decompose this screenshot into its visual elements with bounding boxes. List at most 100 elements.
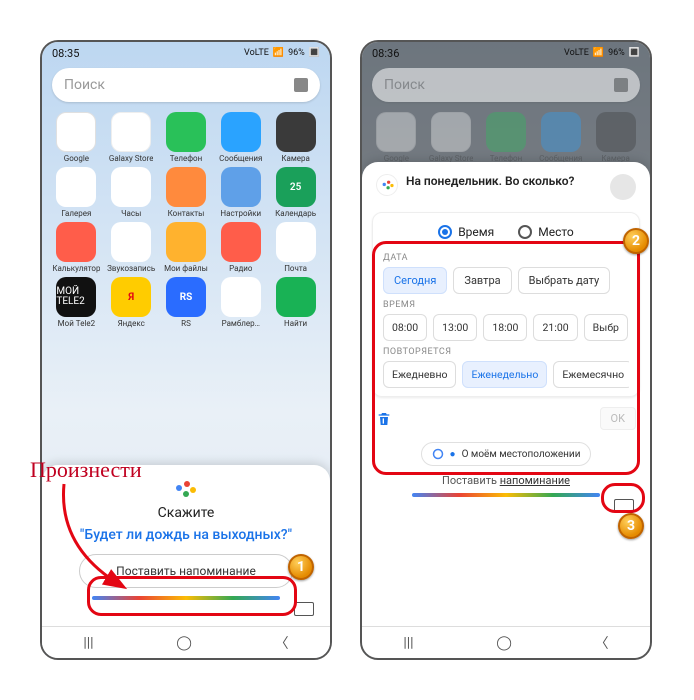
app-Календарь[interactable]: 25Календарь: [269, 167, 322, 218]
chip-Еженедельно[interactable]: Еженедельно: [462, 361, 547, 388]
app-Сообщения[interactable]: Сообщения: [534, 112, 587, 163]
time-section-label: ВРЕМЯ: [383, 300, 629, 310]
repeat-section-label: ПОВТОРЯЕТСЯ: [383, 347, 629, 357]
mic-icon[interactable]: [294, 78, 308, 92]
chip-Ежедневно[interactable]: Ежедневно: [383, 361, 456, 388]
app-Радио[interactable]: Радио: [214, 222, 267, 273]
keyboard-icon[interactable]: [294, 602, 314, 616]
ok-button[interactable]: OK: [600, 407, 636, 430]
app-Google[interactable]: Google: [370, 112, 423, 163]
app-RS[interactable]: RSRS: [160, 277, 213, 328]
date-chips: СегодняЗавтра Выбрать дату: [383, 267, 629, 294]
mic-icon[interactable]: [614, 78, 628, 92]
suggestion-row: ● О моём местоположении: [372, 442, 640, 466]
status-bar: 08:36 VoLTE📶96%🔳: [362, 42, 650, 64]
nav-bar: ||| ◯ 〈: [362, 626, 650, 658]
app-icon: RS: [166, 277, 206, 317]
reminder-panel: На понедельник. Во сколько? Время Место …: [362, 162, 650, 626]
app-Звукозапись[interactable]: Звукозапись: [105, 222, 158, 273]
nav-back[interactable]: 〈: [275, 633, 289, 653]
app-Рамблер…[interactable]: Рамблер…: [214, 277, 267, 328]
search-bar[interactable]: Поиск: [52, 68, 320, 102]
google-icon: [432, 448, 444, 460]
app-label: Google: [64, 154, 89, 163]
app-label: Камера: [281, 154, 310, 163]
app-Мой Tele2[interactable]: МОЙ TELE2Мой Tele2: [50, 277, 103, 328]
nav-home[interactable]: ◯: [176, 635, 192, 651]
suggestion-pill[interactable]: ● О моём местоположении: [421, 442, 592, 466]
chip-21:00[interactable]: 21:00: [533, 314, 577, 341]
time-chips: 08:0013:0018:0021:00 Выбр: [383, 314, 629, 341]
chip-Сегодня[interactable]: Сегодня: [383, 267, 447, 294]
app-icon: [166, 112, 206, 152]
assistant-panel: Скажите "Будет ли дождь на выходных?" По…: [42, 465, 330, 627]
home-grid: Google Galaxy Store ТелефонСообщения Камера…: [42, 106, 330, 328]
status-time: 08:36: [372, 47, 399, 60]
app-icon: [221, 222, 261, 262]
nav-recent[interactable]: |||: [403, 635, 413, 651]
chip-Выбрать дату[interactable]: Выбрать дату: [518, 267, 611, 294]
assistant-say-label: Скажите: [52, 505, 320, 521]
app-Найти[interactable]: Найти: [269, 277, 322, 328]
app-Телефон[interactable]: Телефон: [160, 112, 213, 163]
chip-08:00[interactable]: 08:00: [383, 314, 427, 341]
search-placeholder: Поиск: [64, 77, 105, 93]
nav-home[interactable]: ◯: [496, 635, 512, 651]
phone-right: 08:36 VoLTE📶96%🔳 Поиск GoogleGalaxy Stor…: [360, 40, 652, 660]
app-label: Мой Tele2: [58, 319, 95, 328]
chip-Выбр[interactable]: Выбр: [584, 314, 628, 341]
set-reminder-button[interactable]: Поставить напоминание: [79, 554, 293, 588]
home-grid-dimmed: GoogleGalaxy StoreТелефонСообщенияКамера…: [362, 106, 650, 163]
repeat-chips: ЕжедневноЕженедельноЕжемесячно: [383, 361, 629, 388]
app-Камера[interactable]: Камера: [589, 112, 642, 163]
chip-Завтра[interactable]: Завтра: [453, 267, 511, 294]
app-icon: [541, 112, 581, 152]
app-Яндекс[interactable]: ЯЯндекс: [105, 277, 158, 328]
reminder-link-row[interactable]: Поставить напоминание: [372, 474, 640, 487]
app-icon: [56, 167, 96, 207]
status-time: 08:35: [52, 47, 79, 60]
nav-back[interactable]: 〈: [595, 633, 609, 653]
app-Контакты[interactable]: Контакты: [160, 167, 213, 218]
app-Google[interactable]: Google: [50, 112, 103, 163]
app-Телефон[interactable]: Телефон: [480, 112, 533, 163]
app-label: Контакты: [168, 209, 205, 218]
app-icon: [111, 222, 151, 262]
app-Камера[interactable]: Камера: [269, 112, 322, 163]
app-Galaxy Store[interactable]: Galaxy Store: [425, 112, 478, 163]
app-label: Часы: [121, 209, 141, 218]
app-icon: [166, 167, 206, 207]
trash-icon[interactable]: [376, 411, 392, 427]
tab-time[interactable]: Время: [438, 225, 494, 239]
annotation-say: Произнести: [30, 457, 142, 483]
app-Galaxy Store[interactable]: Galaxy Store: [105, 112, 158, 163]
app-label: Рамблер…: [222, 319, 260, 328]
tab-place[interactable]: Место: [518, 225, 574, 239]
app-Сообщения[interactable]: Сообщения: [214, 112, 267, 163]
app-Калькулятор[interactable]: Калькулятор: [50, 222, 103, 273]
app-Почта[interactable]: Почта: [269, 222, 322, 273]
assistant-example: "Будет ли дождь на выходных?": [52, 527, 320, 545]
app-label: Калькулятор: [52, 264, 100, 273]
search-bar[interactable]: Поиск: [372, 68, 640, 102]
app-Галерея[interactable]: Галерея: [50, 167, 103, 218]
app-label: Яндекс: [118, 319, 145, 328]
app-Часы[interactable]: Часы: [105, 167, 158, 218]
app-label: Найти: [284, 319, 307, 328]
app-icon: [56, 222, 96, 262]
app-label: Настройки: [220, 209, 261, 218]
phone-left: 08:35 VoLTE📶96%🔳 Поиск GoogleGalaxy Stor…: [40, 40, 332, 660]
chip-Ежемесячно[interactable]: Ежемесячно: [553, 361, 629, 388]
app-icon: 25: [276, 167, 316, 207]
user-avatar[interactable]: [610, 174, 636, 200]
chip-18:00[interactable]: 18:00: [483, 314, 527, 341]
search-placeholder: Поиск: [384, 77, 425, 93]
keyboard-icon[interactable]: [614, 499, 634, 513]
app-Настройки[interactable]: Настройки: [214, 167, 267, 218]
nav-recent[interactable]: |||: [83, 635, 93, 651]
app-label: Galaxy Store: [109, 154, 154, 163]
chip-13:00[interactable]: 13:00: [433, 314, 477, 341]
assistant-logo-icon: [174, 477, 198, 501]
app-Мои файлы[interactable]: Мои файлы: [160, 222, 213, 273]
status-icons: VoLTE📶96%🔳: [564, 48, 640, 58]
